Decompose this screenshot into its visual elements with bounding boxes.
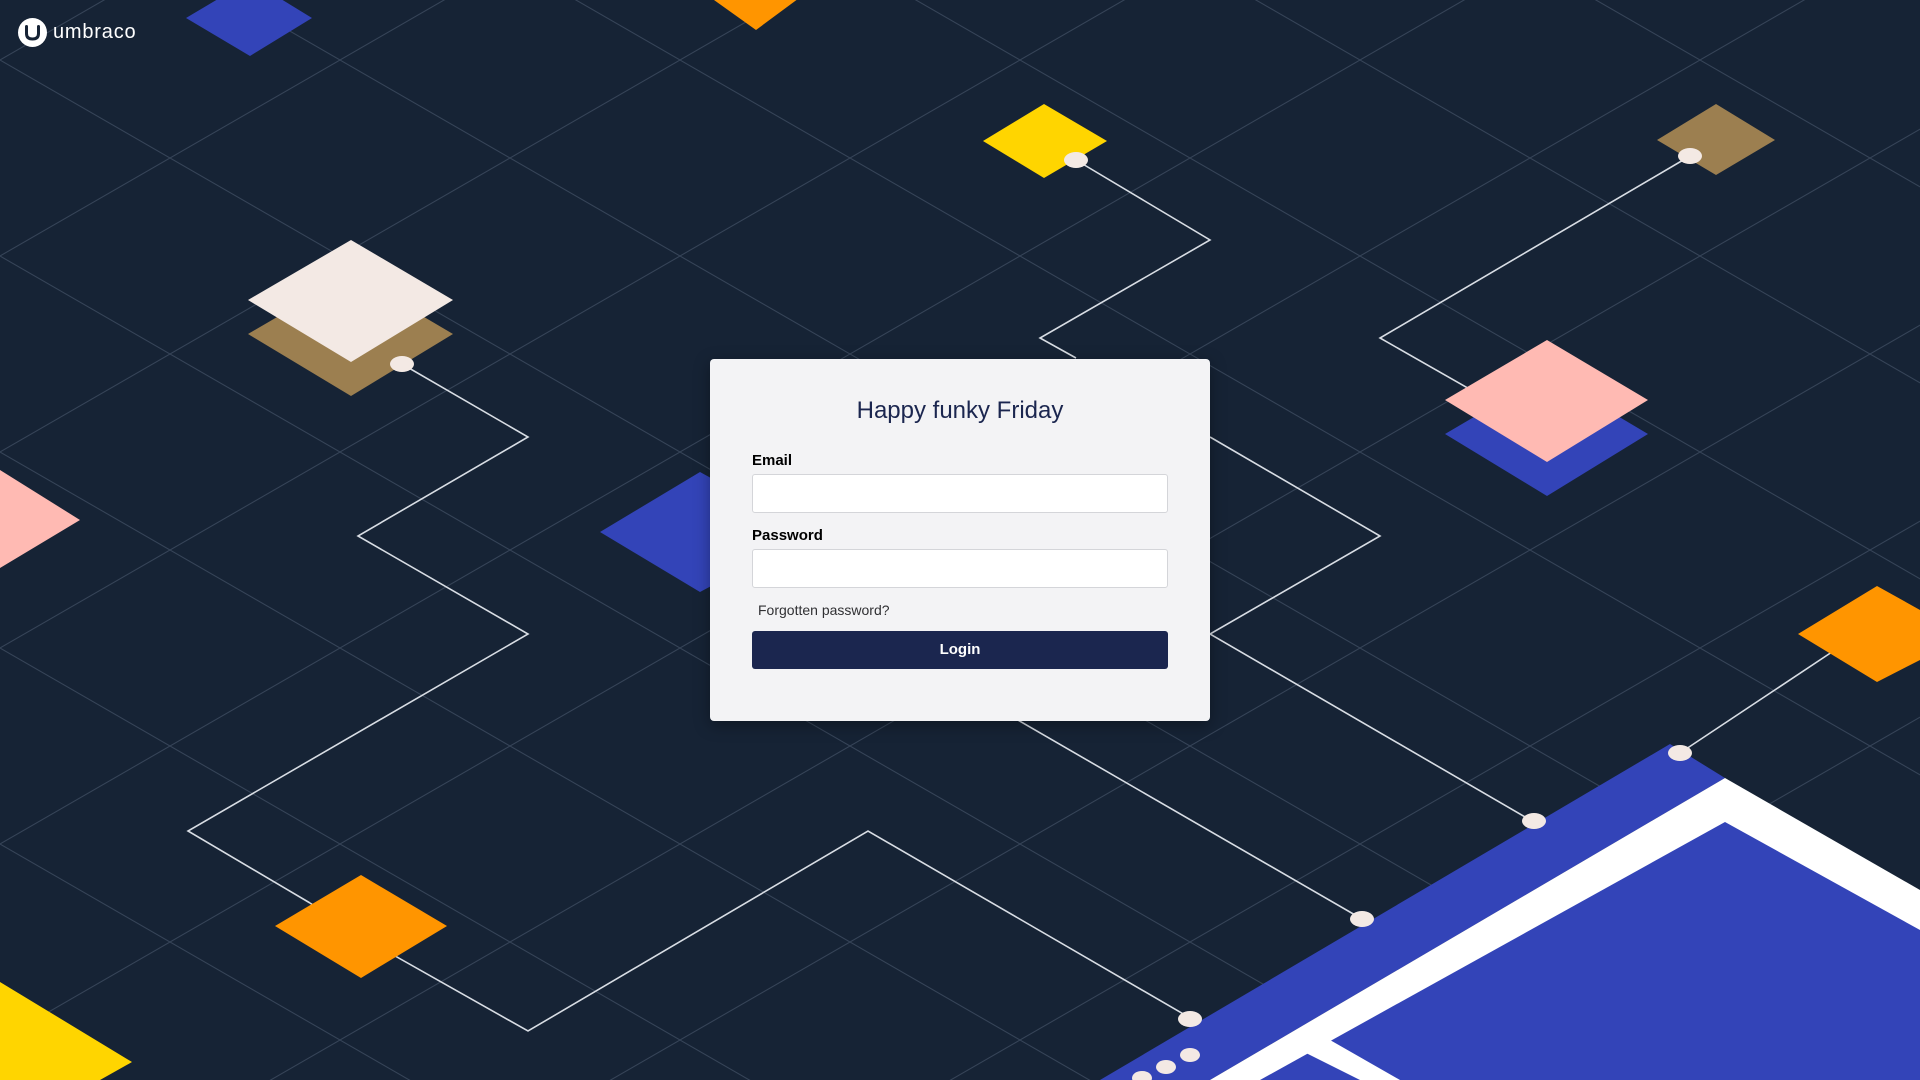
email-label: Email	[752, 451, 793, 469]
forgot-password-link[interactable]: Forgotten password?	[758, 602, 890, 619]
umbraco-u-icon	[18, 18, 47, 47]
email-field[interactable]	[752, 473, 1168, 513]
password-label: Password	[752, 526, 823, 544]
login-button[interactable]: Login	[752, 630, 1168, 669]
login-card: Happy funky Friday Email Password Forgot…	[710, 359, 1210, 721]
password-field[interactable]	[752, 548, 1168, 588]
login-page: umbraco Happy funky Friday Email Passwor…	[0, 0, 1920, 1080]
greeting-heading: Happy funky Friday	[856, 397, 1064, 424]
umbraco-logo[interactable]: umbraco	[18, 18, 136, 47]
brand-name: umbraco	[53, 21, 137, 43]
